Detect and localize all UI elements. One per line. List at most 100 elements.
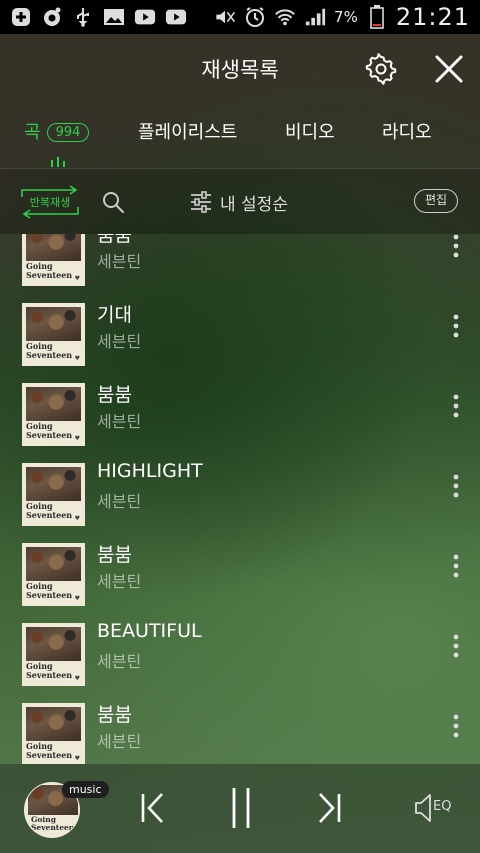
album-heart-icon: ♥ xyxy=(74,435,80,442)
song-artist: 세븐틴 xyxy=(97,492,142,511)
song-row[interactable]: Going Seventeen ♥ BEAUTIFUL 세븐틴 xyxy=(0,610,480,690)
tab-playlists[interactable]: 플레이리스트 xyxy=(138,118,237,144)
pause-icon xyxy=(232,788,250,828)
album-art-title: Going Seventeen xyxy=(26,261,73,280)
song-row[interactable]: Going Seventeen ♥ 붐붐 세븐틴 xyxy=(0,530,480,610)
eq-label: EQ xyxy=(433,799,452,814)
more-options-button[interactable] xyxy=(446,234,466,260)
album-heart-icon: ♥ xyxy=(74,595,80,602)
gallery-icon xyxy=(103,6,125,28)
search-button[interactable] xyxy=(100,189,126,215)
album-art-title: Going Seventeen xyxy=(26,661,73,680)
more-vertical-icon xyxy=(453,234,459,258)
song-row[interactable]: Going Seventeen ♥ 기대 세븐틴 xyxy=(0,290,480,370)
more-vertical-icon xyxy=(453,474,459,498)
song-list[interactable]: Going Seventeen ♥ 붐붐 세븐틴 Going Seventeen ♥ 기… xyxy=(0,234,480,764)
album-photo xyxy=(26,234,81,261)
speaker-icon xyxy=(415,794,431,822)
album-photo xyxy=(26,307,81,341)
gear-icon xyxy=(365,53,397,85)
album-art: Going Seventeen ♥ xyxy=(22,463,85,526)
song-row[interactable]: Going Seventeen ♥ HIGHLIGHT 세븐틴 xyxy=(0,450,480,530)
previous-button[interactable] xyxy=(138,791,168,825)
album-photo xyxy=(26,387,81,421)
more-options-button[interactable] xyxy=(446,392,466,420)
song-title: 붐붐 xyxy=(97,704,132,726)
signal-icon xyxy=(304,6,326,28)
album-art: Going Seventeen ♥ xyxy=(22,623,85,686)
equalizer-button[interactable]: EQ xyxy=(414,792,458,824)
album-art-title: Going Seventeen xyxy=(26,501,73,520)
close-icon xyxy=(435,55,463,83)
tab-videos[interactable]: 비디오 xyxy=(285,118,335,144)
song-title: 붐붐 xyxy=(97,384,132,406)
usb-icon xyxy=(72,6,94,28)
album-photo xyxy=(26,547,81,581)
sort-button[interactable]: 내 설정순 xyxy=(190,187,288,217)
pause-button[interactable] xyxy=(226,786,256,830)
song-count-badge: 994 xyxy=(46,123,90,142)
mini-player: Going Seventeen music EQ xyxy=(0,764,480,853)
youtube-icon-2 xyxy=(165,6,187,28)
album-heart-icon: ♥ xyxy=(74,275,80,282)
page-title: 재생목록 xyxy=(201,58,279,82)
edit-button[interactable]: 편집 xyxy=(414,189,458,213)
song-row[interactable]: Going Seventeen ♥ 붐붐 세븐틴 xyxy=(0,234,480,290)
album-art-title: Going Seventeen xyxy=(26,421,73,440)
battery-icon xyxy=(366,5,388,29)
list-toolbar: 반복재생 내 설정순 편집 xyxy=(0,169,480,234)
search-icon xyxy=(103,192,124,213)
album-art: Going Seventeen ♥ xyxy=(22,234,85,286)
song-title: 붐붐 xyxy=(97,544,132,566)
song-title: 기대 xyxy=(97,304,132,326)
album-art: Going Seventeen ♥ xyxy=(22,543,85,606)
song-row[interactable]: Going Seventeen ♥ 붐붐 세븐틴 xyxy=(0,690,480,764)
settings-button[interactable] xyxy=(364,52,398,86)
playlist-header: 재생목록 곡 994 플레이리스트 비디오 라디오 반복재생 내 설정순 편집 xyxy=(0,34,480,234)
more-options-button[interactable] xyxy=(446,632,466,660)
tab-radio[interactable]: 라디오 xyxy=(382,118,432,144)
album-heart-icon: ♥ xyxy=(74,675,80,682)
tab-songs[interactable]: 곡 994 xyxy=(24,118,90,144)
album-heart-icon: ♥ xyxy=(74,515,80,522)
more-options-button[interactable] xyxy=(446,312,466,340)
more-vertical-icon xyxy=(453,314,459,338)
album-photo xyxy=(26,467,81,501)
next-button[interactable] xyxy=(314,791,344,825)
album-photo xyxy=(26,707,81,741)
more-vertical-icon xyxy=(453,394,459,418)
album-art-title: Going Seventeen xyxy=(31,815,75,832)
album-art-title: Going Seventeen xyxy=(26,741,73,760)
youtube-icon xyxy=(134,6,156,28)
sort-label: 내 설정순 xyxy=(220,194,288,215)
tab-bar: 곡 994 플레이리스트 비디오 라디오 xyxy=(0,118,480,148)
repeat-button[interactable]: 반복재생 xyxy=(20,185,80,219)
battery-percent: 7% xyxy=(334,8,358,26)
song-title: 붐붐 xyxy=(97,234,132,246)
add-notification-icon xyxy=(10,6,32,28)
song-artist: 세븐틴 xyxy=(97,732,142,751)
status-bar: 7% 21:21 xyxy=(0,0,480,34)
album-art-title: Going Seventeen xyxy=(26,341,73,360)
close-button[interactable] xyxy=(432,52,466,86)
song-artist: 세븐틴 xyxy=(97,412,142,431)
song-artist: 세븐틴 xyxy=(97,572,142,591)
music-badge: music xyxy=(62,781,109,798)
song-row[interactable]: Going Seventeen ♥ 붐붐 세븐틴 xyxy=(0,370,480,450)
more-vertical-icon xyxy=(453,634,459,658)
song-artist: 세븐틴 xyxy=(97,652,142,671)
repeat-label: 반복재생 xyxy=(29,196,71,209)
skip-next-icon xyxy=(319,793,341,823)
album-art: Going Seventeen ♥ xyxy=(22,703,85,764)
more-options-button[interactable] xyxy=(446,472,466,500)
album-art-title: Going Seventeen xyxy=(26,581,73,600)
more-options-button[interactable] xyxy=(446,552,466,580)
album-heart-icon: ♥ xyxy=(74,355,80,362)
music-notification-icon xyxy=(41,6,63,28)
more-vertical-icon xyxy=(453,714,459,738)
album-art: Going Seventeen ♥ xyxy=(22,383,85,446)
more-options-button[interactable] xyxy=(446,712,466,740)
song-artist: 세븐틴 xyxy=(97,252,142,271)
wifi-icon xyxy=(274,6,296,28)
album-art: Going Seventeen ♥ xyxy=(22,303,85,366)
